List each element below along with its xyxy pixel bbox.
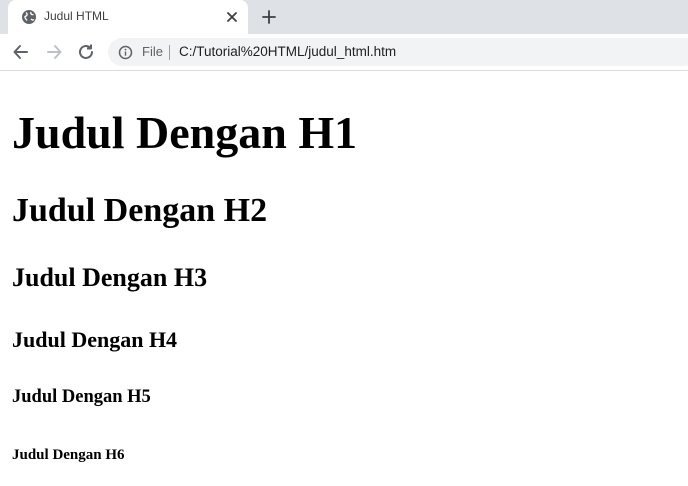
url-text[interactable]: C:/Tutorial%20HTML/judul_html.htm <box>179 44 396 59</box>
heading-h1: Judul Dengan H1 <box>12 107 358 158</box>
tab-strip: Judul HTML <box>0 0 688 34</box>
reload-icon[interactable] <box>76 42 96 62</box>
heading-h6: Judul Dengan H6 <box>12 447 125 463</box>
tab-title: Judul HTML <box>44 9 109 23</box>
security-chip: File <box>142 44 163 59</box>
page-content: Judul Dengan H1 Judul Dengan H2 Judul De… <box>0 71 688 486</box>
close-icon[interactable] <box>225 10 239 24</box>
chip-divider <box>169 45 170 60</box>
arrow-right-icon[interactable] <box>44 42 64 62</box>
heading-h5: Judul Dengan H5 <box>12 387 151 407</box>
plus-icon[interactable] <box>261 9 277 25</box>
address-bar[interactable]: File C:/Tutorial%20HTML/judul_html.htm <box>108 38 688 66</box>
tab-judul-html[interactable]: Judul HTML <box>8 0 248 34</box>
browser-toolbar: File C:/Tutorial%20HTML/judul_html.htm <box>0 34 688 71</box>
heading-h4: Judul Dengan H4 <box>12 327 178 352</box>
heading-h2: Judul Dengan H2 <box>12 192 268 229</box>
globe-icon <box>22 10 36 24</box>
heading-h3: Judul Dengan H3 <box>12 263 208 292</box>
arrow-left-icon[interactable] <box>11 42 31 62</box>
info-icon[interactable] <box>118 45 133 60</box>
